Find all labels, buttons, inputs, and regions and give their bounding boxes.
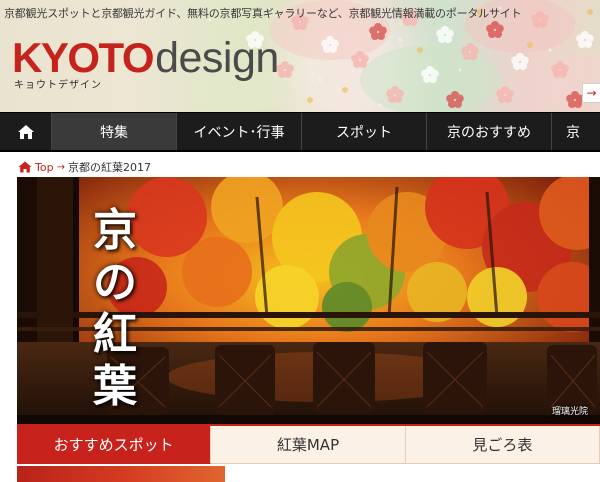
breadcrumb-top-link[interactable]: Top: [35, 161, 54, 174]
nav-item-recommend[interactable]: 京のおすすめ: [427, 113, 552, 150]
tab-viewing-calendar[interactable]: 見ごろ表: [405, 426, 600, 464]
home-icon: [18, 161, 32, 173]
home-icon: [17, 124, 34, 139]
breadcrumb: Top → 京都の紅葉2017: [18, 159, 151, 175]
logo-text-kyoto: KYOTO: [12, 34, 155, 81]
nav-item-events[interactable]: イベント･行事: [177, 113, 302, 150]
content-banner-partial: [17, 466, 225, 482]
nav-item-spots[interactable]: スポット: [302, 113, 427, 150]
nav-home-button[interactable]: [0, 113, 52, 150]
feature-tabs: おすすめスポット 紅葉MAP 見ごろ表: [17, 424, 600, 464]
main-navigation: 特集 イベント･行事 スポット 京のおすすめ 京: [0, 112, 600, 152]
tab-recommended-spots[interactable]: おすすめスポット: [17, 426, 212, 464]
nav-item-tokushu[interactable]: 特集: [52, 113, 177, 150]
site-header: 京都観光スポットと京都観光ガイド、無料の京都写真ギャラリーなど、京都観光情報満載…: [0, 0, 600, 112]
nav-item-truncated[interactable]: 京: [552, 113, 600, 150]
header-next-arrow-button[interactable]: →: [582, 83, 600, 103]
site-tagline: 京都観光スポットと京都観光ガイド、無料の京都写真ギャラリーなど、京都観光情報満載…: [4, 7, 522, 20]
tab-koyo-map[interactable]: 紅葉MAP: [211, 426, 406, 464]
hero-title: 京の紅葉: [93, 205, 137, 412]
logo-text-design: design: [155, 34, 279, 82]
hero-image: 京の紅葉 瑠璃光院: [17, 177, 600, 424]
breadcrumb-current: 京都の紅葉2017: [67, 161, 151, 174]
hero-photo-caption: 瑠璃光院: [551, 407, 588, 417]
breadcrumb-arrow-icon: →: [56, 161, 65, 173]
logo-kana: キョウトデザイン: [14, 80, 102, 91]
